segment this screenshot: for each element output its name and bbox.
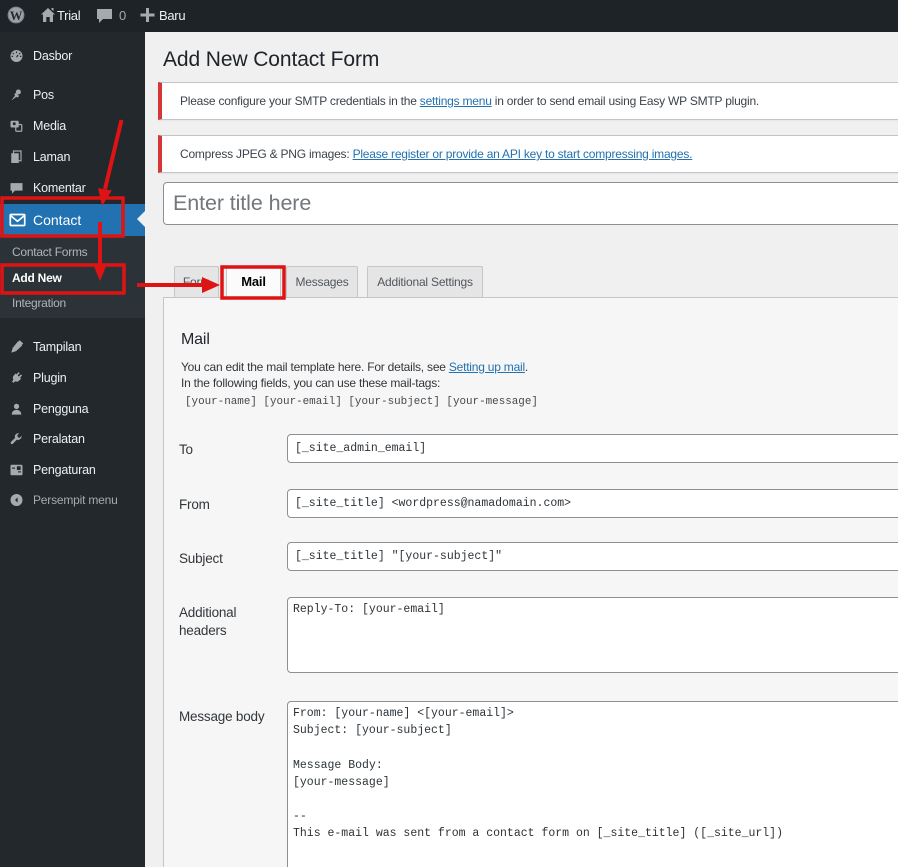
svg-text:W: W: [10, 9, 23, 23]
